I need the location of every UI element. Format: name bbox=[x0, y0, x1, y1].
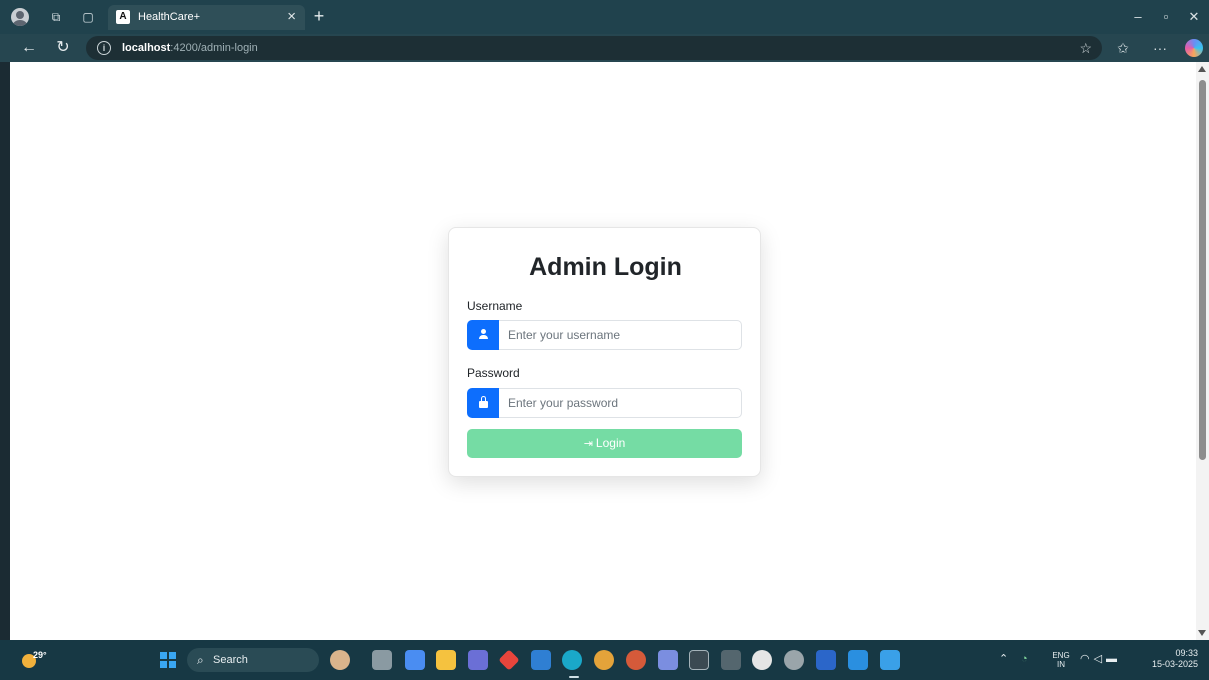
photos-icon[interactable] bbox=[880, 650, 900, 670]
tab-favicon-icon: A bbox=[116, 10, 130, 24]
search-label: Search bbox=[213, 654, 248, 666]
chrome-profile-icon[interactable] bbox=[626, 650, 646, 670]
task-view-icon[interactable] bbox=[372, 650, 392, 670]
search-icon: ⌕ bbox=[197, 653, 204, 667]
avatar-app-icon[interactable] bbox=[330, 650, 350, 670]
tab-close-icon[interactable]: × bbox=[287, 8, 296, 26]
github-icon[interactable] bbox=[752, 650, 772, 670]
lock-icon bbox=[479, 396, 488, 409]
weather-temp: 29° bbox=[33, 650, 47, 660]
scroll-up-icon[interactable] bbox=[1198, 66, 1206, 72]
powershell-icon[interactable] bbox=[721, 650, 741, 670]
weather-widget[interactable]: 29° bbox=[22, 650, 47, 670]
tab-actions-icon[interactable]: ▢ bbox=[80, 9, 96, 25]
teams-icon[interactable] bbox=[468, 650, 488, 670]
password-input-group bbox=[467, 388, 742, 418]
username-label: Username bbox=[467, 299, 523, 313]
taskbar-search[interactable]: ⌕ Search bbox=[187, 648, 319, 672]
file-explorer-icon[interactable] bbox=[436, 650, 456, 670]
settings-icon[interactable] bbox=[784, 650, 804, 670]
vscode-icon[interactable] bbox=[848, 650, 868, 670]
password-label: Password bbox=[467, 366, 520, 380]
new-tab-icon[interactable]: + bbox=[309, 5, 329, 27]
close-window-icon[interactable]: ✕ bbox=[1184, 8, 1204, 26]
login-button[interactable]: ⇥ Login bbox=[467, 429, 742, 458]
password-input[interactable] bbox=[499, 388, 742, 418]
start-icon[interactable] bbox=[160, 652, 176, 668]
username-input-group bbox=[467, 320, 742, 350]
user-icon bbox=[479, 329, 488, 340]
scroll-thumb[interactable] bbox=[1199, 80, 1206, 460]
browser-tab[interactable]: A HealthCare+ × bbox=[108, 5, 305, 30]
word-icon[interactable] bbox=[816, 650, 836, 670]
taskbar: 29° ⌕ Search ⌃ ◔ ENG IN ◠◁▬ 09:33 15-03-… bbox=[0, 640, 1209, 680]
browser-titlebar: ⧉ ▢ A HealthCare+ × + – ▫ ✕ bbox=[0, 0, 1209, 34]
site-info-icon[interactable]: i bbox=[97, 41, 111, 55]
star-icon[interactable]: ☆ bbox=[1079, 39, 1092, 57]
clock-time: 09:33 bbox=[1175, 648, 1198, 658]
chevron-up-icon[interactable]: ⌃ bbox=[999, 652, 1008, 666]
language-indicator[interactable]: ENG IN bbox=[1050, 651, 1072, 669]
address-url[interactable]: localhost:4200/admin-login bbox=[122, 41, 258, 55]
back-icon[interactable]: ← bbox=[19, 38, 39, 58]
minimize-icon[interactable]: – bbox=[1128, 8, 1148, 26]
refresh-icon[interactable]: ↻ bbox=[53, 38, 73, 58]
password-addon bbox=[467, 388, 499, 418]
username-addon bbox=[467, 320, 499, 350]
clock-date: 15-03-2025 bbox=[1151, 659, 1198, 669]
maximize-icon[interactable]: ▫ bbox=[1156, 8, 1176, 26]
page-viewport: Admin Login Username Password ⇥Login bbox=[10, 62, 1196, 640]
browser-toolbar: ← ↻ i localhost:4200/admin-login ☆ ✩ ··· bbox=[0, 34, 1209, 62]
favorites-icon[interactable]: ✩ bbox=[1113, 38, 1133, 58]
scroll-down-icon[interactable] bbox=[1198, 630, 1206, 636]
copilot-icon[interactable] bbox=[1185, 39, 1203, 57]
login-icon: ⇥ bbox=[583, 438, 593, 450]
snipping-tool-icon[interactable] bbox=[658, 650, 678, 670]
mail-icon[interactable] bbox=[531, 650, 551, 670]
terminal-icon[interactable] bbox=[689, 650, 709, 670]
page-scrollbar[interactable] bbox=[1196, 62, 1209, 640]
tab-title: HealthCare+ bbox=[138, 11, 201, 23]
workspaces-icon[interactable]: ⧉ bbox=[48, 9, 64, 25]
copilot-tray-icon[interactable]: ◔ bbox=[1021, 652, 1028, 666]
git-app-icon[interactable] bbox=[498, 649, 520, 671]
more-options-icon[interactable]: ··· bbox=[1150, 38, 1170, 58]
address-bar[interactable]: i localhost:4200/admin-login ☆ bbox=[86, 36, 1102, 60]
clock[interactable]: 09:33 15-03-2025 bbox=[1146, 648, 1198, 670]
profile-avatar-icon[interactable] bbox=[11, 8, 29, 26]
chrome-icon[interactable] bbox=[594, 650, 614, 670]
username-input[interactable] bbox=[499, 320, 742, 350]
copilot-app-icon[interactable] bbox=[405, 650, 425, 670]
network-volume-battery-icon[interactable]: ◠◁▬ bbox=[1080, 652, 1121, 666]
edge-icon[interactable] bbox=[562, 650, 582, 670]
login-card: Admin Login Username Password ⇥Login bbox=[448, 227, 761, 477]
page-title: Admin Login bbox=[529, 253, 682, 281]
